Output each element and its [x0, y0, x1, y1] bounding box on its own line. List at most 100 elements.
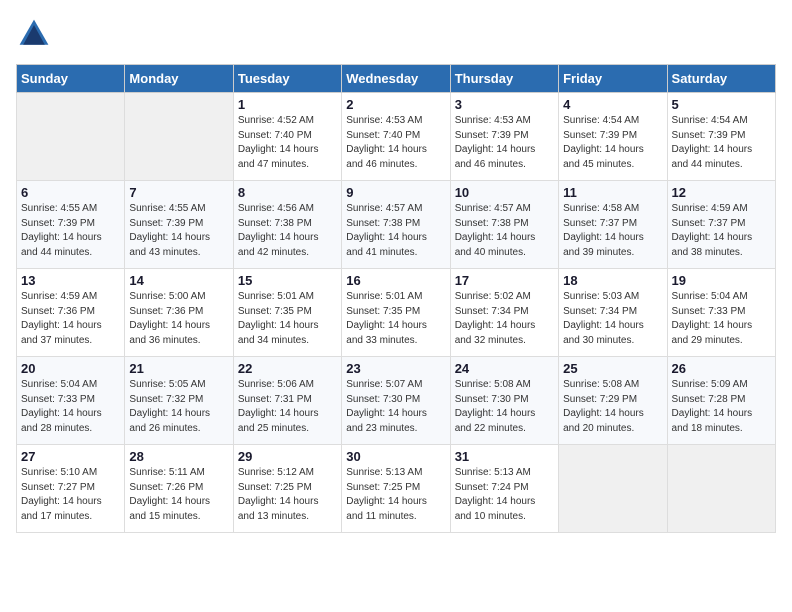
calendar-cell: 22 Sunrise: 5:06 AMSunset: 7:31 PMDaylig… — [233, 357, 341, 445]
day-number: 9 — [346, 185, 445, 200]
calendar-cell: 10 Sunrise: 4:57 AMSunset: 7:38 PMDaylig… — [450, 181, 558, 269]
calendar-week-row: 27 Sunrise: 5:10 AMSunset: 7:27 PMDaylig… — [17, 445, 776, 533]
day-number: 17 — [455, 273, 554, 288]
day-number: 1 — [238, 97, 337, 112]
day-detail: Sunrise: 5:07 AMSunset: 7:30 PMDaylight:… — [346, 379, 427, 434]
weekday-header-friday: Friday — [559, 65, 667, 93]
day-detail: Sunrise: 4:55 AMSunset: 7:39 PMDaylight:… — [21, 203, 102, 258]
day-detail: Sunrise: 5:01 AMSunset: 7:35 PMDaylight:… — [346, 291, 427, 346]
logo — [16, 16, 58, 52]
day-detail: Sunrise: 5:11 AMSunset: 7:26 PMDaylight:… — [129, 467, 210, 522]
page-header — [16, 16, 776, 52]
calendar-cell: 21 Sunrise: 5:05 AMSunset: 7:32 PMDaylig… — [125, 357, 233, 445]
calendar-cell: 11 Sunrise: 4:58 AMSunset: 7:37 PMDaylig… — [559, 181, 667, 269]
calendar-cell: 25 Sunrise: 5:08 AMSunset: 7:29 PMDaylig… — [559, 357, 667, 445]
day-number: 31 — [455, 449, 554, 464]
calendar-week-row: 20 Sunrise: 5:04 AMSunset: 7:33 PMDaylig… — [17, 357, 776, 445]
day-detail: Sunrise: 5:13 AMSunset: 7:25 PMDaylight:… — [346, 467, 427, 522]
day-number: 15 — [238, 273, 337, 288]
day-detail: Sunrise: 5:01 AMSunset: 7:35 PMDaylight:… — [238, 291, 319, 346]
day-detail: Sunrise: 5:04 AMSunset: 7:33 PMDaylight:… — [21, 379, 102, 434]
day-number: 29 — [238, 449, 337, 464]
calendar-week-row: 1 Sunrise: 4:52 AMSunset: 7:40 PMDayligh… — [17, 93, 776, 181]
calendar-cell: 20 Sunrise: 5:04 AMSunset: 7:33 PMDaylig… — [17, 357, 125, 445]
day-detail: Sunrise: 4:59 AMSunset: 7:37 PMDaylight:… — [672, 203, 753, 258]
calendar-cell: 27 Sunrise: 5:10 AMSunset: 7:27 PMDaylig… — [17, 445, 125, 533]
calendar-table: SundayMondayTuesdayWednesdayThursdayFrid… — [16, 64, 776, 533]
calendar-cell: 16 Sunrise: 5:01 AMSunset: 7:35 PMDaylig… — [342, 269, 450, 357]
day-number: 11 — [563, 185, 662, 200]
day-detail: Sunrise: 4:57 AMSunset: 7:38 PMDaylight:… — [346, 203, 427, 258]
day-detail: Sunrise: 4:57 AMSunset: 7:38 PMDaylight:… — [455, 203, 536, 258]
weekday-header-monday: Monday — [125, 65, 233, 93]
day-detail: Sunrise: 4:59 AMSunset: 7:36 PMDaylight:… — [21, 291, 102, 346]
day-number: 13 — [21, 273, 120, 288]
calendar-cell: 5 Sunrise: 4:54 AMSunset: 7:39 PMDayligh… — [667, 93, 775, 181]
day-detail: Sunrise: 5:05 AMSunset: 7:32 PMDaylight:… — [129, 379, 210, 434]
day-number: 5 — [672, 97, 771, 112]
calendar-cell: 8 Sunrise: 4:56 AMSunset: 7:38 PMDayligh… — [233, 181, 341, 269]
day-detail: Sunrise: 5:12 AMSunset: 7:25 PMDaylight:… — [238, 467, 319, 522]
day-detail: Sunrise: 4:52 AMSunset: 7:40 PMDaylight:… — [238, 115, 319, 170]
day-number: 27 — [21, 449, 120, 464]
day-number: 10 — [455, 185, 554, 200]
calendar-cell: 9 Sunrise: 4:57 AMSunset: 7:38 PMDayligh… — [342, 181, 450, 269]
calendar-cell — [559, 445, 667, 533]
day-detail: Sunrise: 4:53 AMSunset: 7:40 PMDaylight:… — [346, 115, 427, 170]
day-number: 14 — [129, 273, 228, 288]
calendar-cell: 30 Sunrise: 5:13 AMSunset: 7:25 PMDaylig… — [342, 445, 450, 533]
day-number: 25 — [563, 361, 662, 376]
day-number: 28 — [129, 449, 228, 464]
day-number: 2 — [346, 97, 445, 112]
calendar-body: 1 Sunrise: 4:52 AMSunset: 7:40 PMDayligh… — [17, 93, 776, 533]
day-number: 23 — [346, 361, 445, 376]
day-number: 8 — [238, 185, 337, 200]
day-number: 12 — [672, 185, 771, 200]
day-detail: Sunrise: 5:08 AMSunset: 7:30 PMDaylight:… — [455, 379, 536, 434]
calendar-cell: 23 Sunrise: 5:07 AMSunset: 7:30 PMDaylig… — [342, 357, 450, 445]
calendar-cell: 4 Sunrise: 4:54 AMSunset: 7:39 PMDayligh… — [559, 93, 667, 181]
weekday-header-wednesday: Wednesday — [342, 65, 450, 93]
day-detail: Sunrise: 5:09 AMSunset: 7:28 PMDaylight:… — [672, 379, 753, 434]
day-detail: Sunrise: 4:56 AMSunset: 7:38 PMDaylight:… — [238, 203, 319, 258]
day-number: 18 — [563, 273, 662, 288]
day-number: 24 — [455, 361, 554, 376]
day-detail: Sunrise: 5:06 AMSunset: 7:31 PMDaylight:… — [238, 379, 319, 434]
day-number: 4 — [563, 97, 662, 112]
calendar-week-row: 6 Sunrise: 4:55 AMSunset: 7:39 PMDayligh… — [17, 181, 776, 269]
day-number: 22 — [238, 361, 337, 376]
day-number: 26 — [672, 361, 771, 376]
calendar-cell: 1 Sunrise: 4:52 AMSunset: 7:40 PMDayligh… — [233, 93, 341, 181]
calendar-cell: 3 Sunrise: 4:53 AMSunset: 7:39 PMDayligh… — [450, 93, 558, 181]
day-number: 6 — [21, 185, 120, 200]
day-number: 30 — [346, 449, 445, 464]
logo-icon — [16, 16, 52, 52]
weekday-header-thursday: Thursday — [450, 65, 558, 93]
weekday-header-tuesday: Tuesday — [233, 65, 341, 93]
calendar-cell — [17, 93, 125, 181]
calendar-cell — [125, 93, 233, 181]
calendar-cell: 14 Sunrise: 5:00 AMSunset: 7:36 PMDaylig… — [125, 269, 233, 357]
calendar-cell: 7 Sunrise: 4:55 AMSunset: 7:39 PMDayligh… — [125, 181, 233, 269]
calendar-cell: 19 Sunrise: 5:04 AMSunset: 7:33 PMDaylig… — [667, 269, 775, 357]
day-detail: Sunrise: 4:53 AMSunset: 7:39 PMDaylight:… — [455, 115, 536, 170]
day-detail: Sunrise: 5:02 AMSunset: 7:34 PMDaylight:… — [455, 291, 536, 346]
day-detail: Sunrise: 5:04 AMSunset: 7:33 PMDaylight:… — [672, 291, 753, 346]
calendar-cell: 12 Sunrise: 4:59 AMSunset: 7:37 PMDaylig… — [667, 181, 775, 269]
day-detail: Sunrise: 4:55 AMSunset: 7:39 PMDaylight:… — [129, 203, 210, 258]
calendar-cell — [667, 445, 775, 533]
calendar-header: SundayMondayTuesdayWednesdayThursdayFrid… — [17, 65, 776, 93]
day-detail: Sunrise: 4:54 AMSunset: 7:39 PMDaylight:… — [563, 115, 644, 170]
calendar-cell: 15 Sunrise: 5:01 AMSunset: 7:35 PMDaylig… — [233, 269, 341, 357]
day-detail: Sunrise: 5:13 AMSunset: 7:24 PMDaylight:… — [455, 467, 536, 522]
calendar-cell: 29 Sunrise: 5:12 AMSunset: 7:25 PMDaylig… — [233, 445, 341, 533]
day-number: 3 — [455, 97, 554, 112]
calendar-week-row: 13 Sunrise: 4:59 AMSunset: 7:36 PMDaylig… — [17, 269, 776, 357]
day-number: 20 — [21, 361, 120, 376]
calendar-cell: 6 Sunrise: 4:55 AMSunset: 7:39 PMDayligh… — [17, 181, 125, 269]
calendar-cell: 31 Sunrise: 5:13 AMSunset: 7:24 PMDaylig… — [450, 445, 558, 533]
day-number: 7 — [129, 185, 228, 200]
day-detail: Sunrise: 4:54 AMSunset: 7:39 PMDaylight:… — [672, 115, 753, 170]
day-detail: Sunrise: 5:00 AMSunset: 7:36 PMDaylight:… — [129, 291, 210, 346]
day-detail: Sunrise: 5:10 AMSunset: 7:27 PMDaylight:… — [21, 467, 102, 522]
